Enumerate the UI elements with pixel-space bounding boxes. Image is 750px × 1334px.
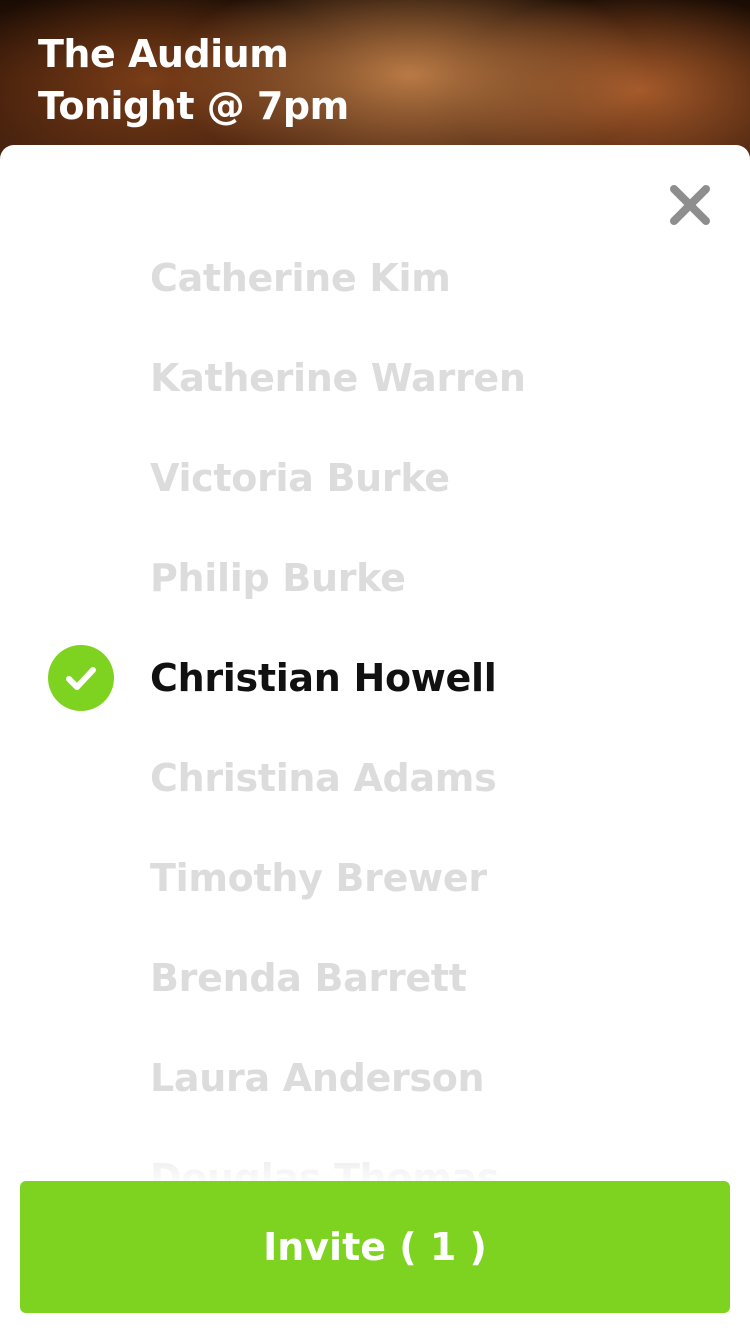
event-header: The Audium Tonight @ 7pm [0,0,750,160]
contact-name: Catherine Kim [150,256,451,300]
contact-name: Victoria Burke [150,456,450,500]
contact-name: Philip Burke [150,556,406,600]
close-icon[interactable] [664,179,716,231]
contact-name: Christian Howell [150,656,497,700]
event-time: Tonight @ 7pm [38,84,349,128]
contact-item[interactable]: Christian Howell [0,628,750,728]
contact-name: Katherine Warren [150,356,526,400]
contact-list[interactable]: Catherine Kim Katherine Warren Victoria Bu… [0,228,750,1183]
contact-item[interactable]: Douglas Thomas [0,1128,750,1183]
event-title: The Audium Tonight @ 7pm [38,28,349,132]
contact-name: Christina Adams [150,756,497,800]
invite-button[interactable]: Invite ( 1 ) [20,1181,730,1313]
contact-item[interactable]: Victoria Burke [0,428,750,528]
close-button[interactable] [664,179,716,231]
contact-name: Timothy Brewer [150,856,487,900]
contact-item[interactable]: Brenda Barrett [0,928,750,1028]
contact-name: Laura Anderson [150,1056,485,1100]
invite-sheet: Catherine Kim Katherine Warren Victoria Bu… [0,145,750,1334]
contact-item[interactable]: Laura Anderson [0,1028,750,1128]
contact-name: Brenda Barrett [150,956,467,1000]
contact-item[interactable]: Timothy Brewer [0,828,750,928]
contact-name: Douglas Thomas [150,1156,500,1183]
checkmark-circle-icon [48,645,114,711]
contact-item[interactable]: Philip Burke [0,528,750,628]
contact-item[interactable]: Catherine Kim [0,228,750,328]
contact-item[interactable]: Christina Adams [0,728,750,828]
event-venue: The Audium [38,32,289,76]
contact-item[interactable]: Katherine Warren [0,328,750,428]
